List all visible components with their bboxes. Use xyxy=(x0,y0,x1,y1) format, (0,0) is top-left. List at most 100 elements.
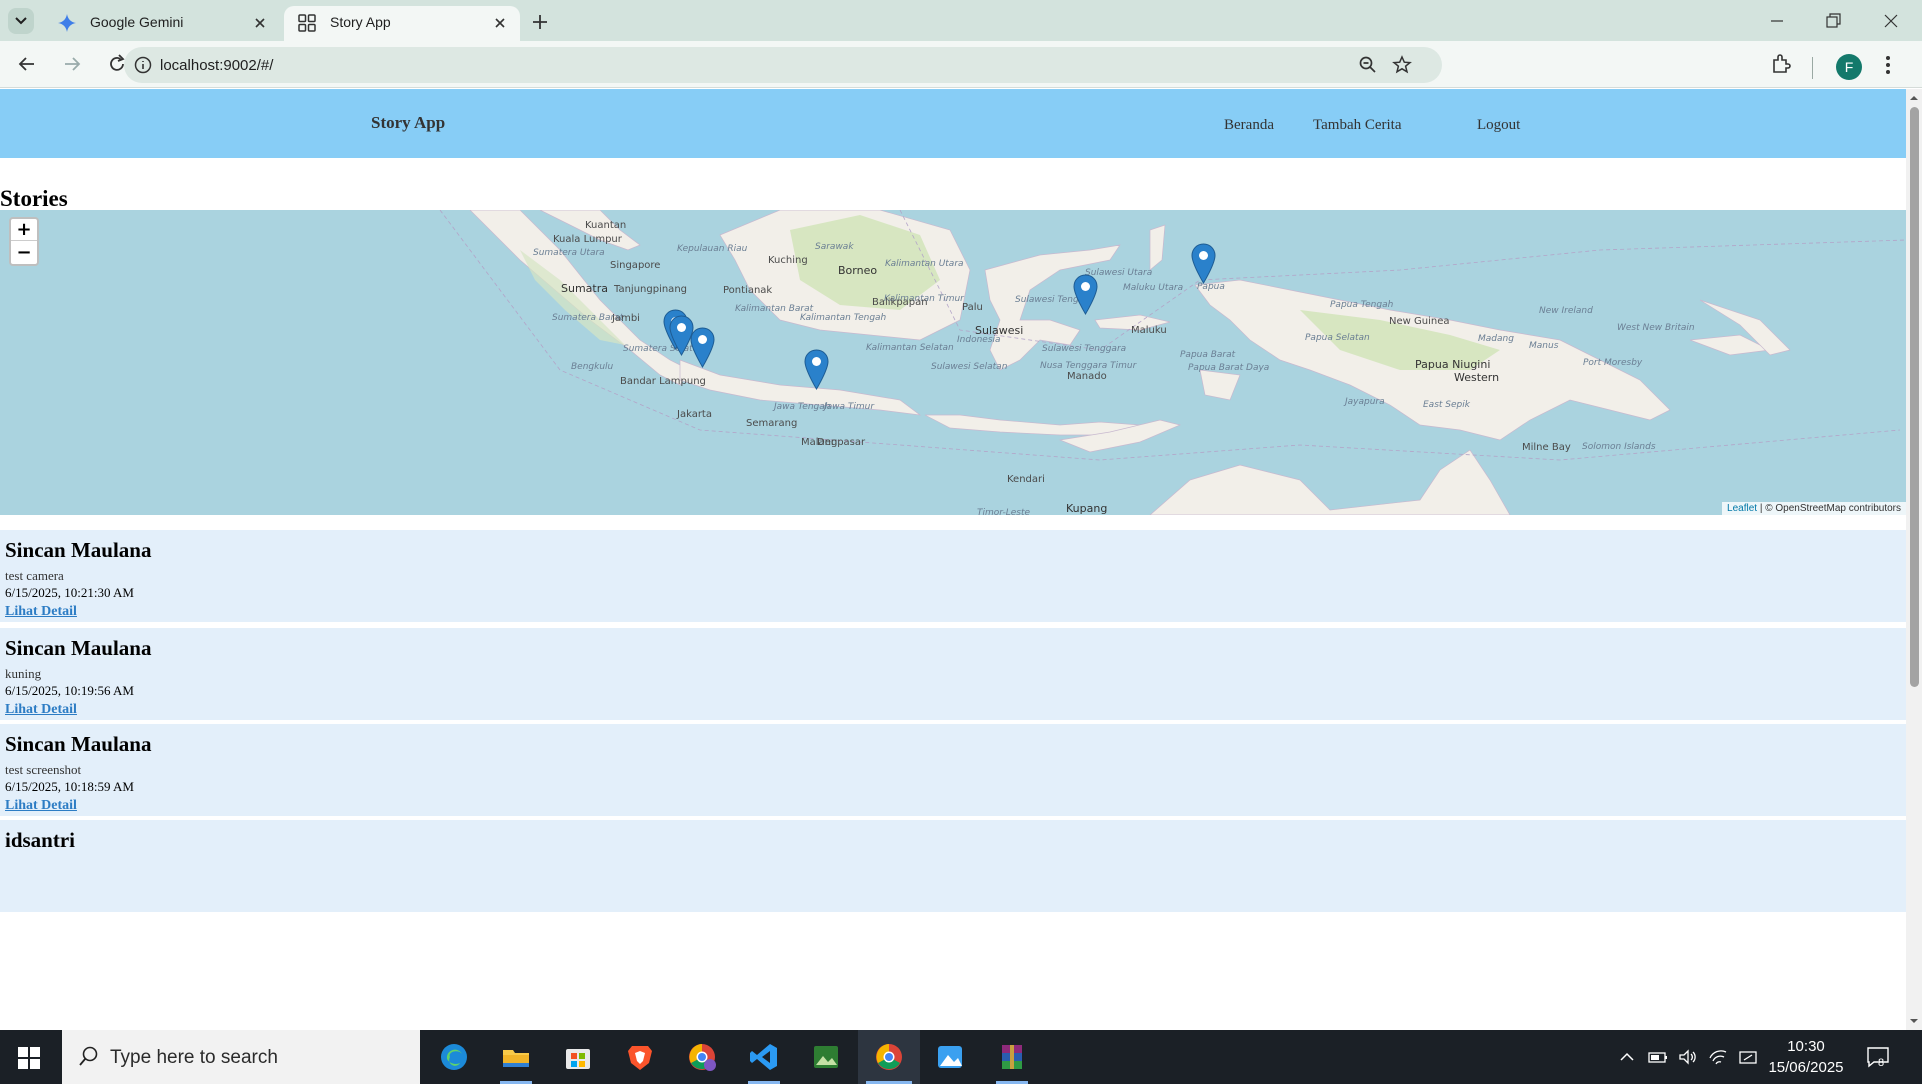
scroll-down-arrow-icon[interactable] xyxy=(1909,1016,1919,1026)
story-detail-link[interactable]: Lihat Detail xyxy=(5,604,77,620)
story-card: Sincan Maulana test camera 6/15/2025, 10… xyxy=(0,530,1906,622)
profile-avatar[interactable]: F xyxy=(1836,54,1862,80)
nav-tambah-cerita[interactable]: Tambah Cerita xyxy=(1313,117,1402,134)
zoom-control: + − xyxy=(9,217,39,266)
close-icon[interactable] xyxy=(490,13,510,33)
gemini-icon xyxy=(58,14,76,32)
story-description: test screenshot xyxy=(5,762,82,777)
zoom-in-button[interactable]: + xyxy=(11,219,37,241)
search-icon xyxy=(79,1046,98,1066)
app-brand[interactable]: Story App xyxy=(371,113,445,133)
clock-date: 15/06/2025 xyxy=(1768,1059,1844,1076)
page-viewport: Story App Beranda Tambah Cerita Logout S… xyxy=(0,89,1906,1030)
restore-icon[interactable] xyxy=(1818,8,1848,34)
zoom-icon[interactable] xyxy=(1358,55,1378,75)
vscode-icon[interactable] xyxy=(748,1041,780,1073)
site-info-icon[interactable] xyxy=(134,56,152,74)
map-place-label: Singapore xyxy=(610,260,661,271)
windows-start-icon[interactable] xyxy=(18,1047,40,1069)
file-explorer-icon[interactable] xyxy=(500,1041,532,1073)
map-place-label: Bandar Lampung xyxy=(620,376,706,387)
map-place-label: Jayapura xyxy=(1345,397,1385,407)
map-place-label: Port Moresby xyxy=(1583,358,1643,368)
minimize-icon[interactable] xyxy=(1762,8,1792,34)
nav-beranda[interactable]: Beranda xyxy=(1224,117,1274,134)
image-viewer-icon[interactable] xyxy=(810,1041,842,1073)
notification-count: 8 xyxy=(1878,1057,1885,1069)
map-marker-icon[interactable] xyxy=(804,349,829,390)
back-arrow-icon[interactable] xyxy=(15,52,39,76)
zoom-out-button[interactable]: − xyxy=(11,242,37,264)
map-place-label: Kuala Lumpur xyxy=(553,234,622,245)
forward-arrow-icon[interactable] xyxy=(60,52,84,76)
bookmark-star-icon[interactable] xyxy=(1392,55,1412,75)
photos-icon[interactable] xyxy=(934,1041,966,1073)
map-marker-icon[interactable] xyxy=(1191,243,1216,284)
story-card: Sincan Maulana test screenshot 6/15/2025… xyxy=(0,724,1906,816)
map-place-label: East Sepik xyxy=(1423,400,1470,410)
map-place-label: Borneo xyxy=(838,264,878,277)
map-place-label: Sumatera Barat xyxy=(552,313,624,323)
close-icon[interactable] xyxy=(250,13,270,33)
story-date: 6/15/2025, 10:18:59 AM xyxy=(5,779,134,794)
map-place-label: Jawa Timur xyxy=(824,402,875,412)
scrollbar-thumb[interactable] xyxy=(1910,107,1919,687)
tab-google-gemini[interactable]: Google Gemini xyxy=(44,6,280,41)
winrar-icon[interactable] xyxy=(996,1041,1028,1073)
windows-taskbar: Type here to search 10:30 15/06/2025 8 xyxy=(0,1030,1922,1084)
stories-map[interactable]: + − Kuantan Kuala Lumpur Singapore Kepulaua… xyxy=(0,210,1906,515)
volume-icon[interactable] xyxy=(1678,1048,1698,1066)
map-place-label: New Ireland xyxy=(1539,306,1593,316)
tab-title: Story App xyxy=(330,14,391,30)
map-place-label: Sulawesi Tenggara xyxy=(1042,344,1127,354)
map-place-label: Sumatera Utara xyxy=(533,248,605,258)
new-tab-plus-icon[interactable] xyxy=(528,10,552,34)
browser-tab-bar: Google Gemini Story App xyxy=(0,0,1922,41)
network-icon[interactable] xyxy=(1738,1048,1758,1066)
map-marker-icon[interactable] xyxy=(690,327,715,368)
system-clock[interactable]: 10:30 15/06/2025 xyxy=(1764,1036,1848,1078)
page-scrollbar[interactable] xyxy=(1906,89,1922,1030)
taskbar-search-box[interactable]: Type here to search xyxy=(62,1030,420,1084)
map-attribution: Leaflet | © OpenStreetMap contributors xyxy=(1722,502,1906,515)
map-place-label: Tanjungpinang xyxy=(614,284,687,295)
tab-search-button[interactable] xyxy=(8,8,34,34)
map-place-label: Jawa Tengah xyxy=(774,402,831,412)
nav-logout[interactable]: Logout xyxy=(1477,117,1520,134)
map-place-label: Maluku Utara xyxy=(1123,283,1184,293)
chevron-up-icon[interactable] xyxy=(1618,1048,1636,1066)
brave-icon[interactable] xyxy=(624,1041,656,1073)
battery-icon[interactable] xyxy=(1648,1048,1668,1066)
map-marker-icon[interactable] xyxy=(1073,274,1098,315)
extensions-puzzle-icon[interactable] xyxy=(1770,53,1792,75)
store-icon[interactable] xyxy=(562,1041,594,1073)
map-place-label: West New Britain xyxy=(1617,323,1695,333)
story-card: Sincan Maulana kuning 6/15/2025, 10:19:5… xyxy=(0,628,1906,720)
map-place-label: Kuching xyxy=(768,255,808,266)
wifi-icon[interactable] xyxy=(1708,1048,1728,1066)
chrome-profile-icon[interactable] xyxy=(686,1041,718,1073)
leaflet-link[interactable]: Leaflet xyxy=(1727,503,1757,514)
edge-icon[interactable] xyxy=(438,1041,470,1073)
map-place-label: Kupang xyxy=(1066,502,1108,515)
url-text[interactable]: localhost:9002/#/ xyxy=(160,57,273,74)
story-description: kuning xyxy=(5,666,42,681)
search-placeholder: Type here to search xyxy=(110,1047,278,1068)
chrome-icon[interactable] xyxy=(873,1041,905,1073)
map-place-label: Kalimantan Tengah xyxy=(800,313,887,323)
map-place-label: Solomon Islands xyxy=(1582,442,1656,452)
story-detail-link[interactable]: Lihat Detail xyxy=(5,702,77,718)
map-place-label: Balikpapan xyxy=(872,297,928,308)
scroll-up-arrow-icon[interactable] xyxy=(1909,93,1919,103)
map-place-label: Pontianak xyxy=(723,285,773,296)
tab-story-app[interactable]: Story App xyxy=(284,6,520,41)
story-detail-link[interactable]: Lihat Detail xyxy=(5,798,77,814)
story-description: test camera xyxy=(5,568,64,583)
story-author: idsantri xyxy=(5,828,76,852)
window-close-icon[interactable] xyxy=(1876,8,1906,34)
osm-attribution: | © OpenStreetMap contributors xyxy=(1757,503,1901,514)
map-place-label: Timor-Leste xyxy=(977,508,1031,515)
map-place-label: Papua Barat Daya xyxy=(1188,363,1270,373)
address-bar[interactable]: localhost:9002/#/ xyxy=(124,47,1442,83)
more-vertical-icon[interactable] xyxy=(1884,54,1892,76)
